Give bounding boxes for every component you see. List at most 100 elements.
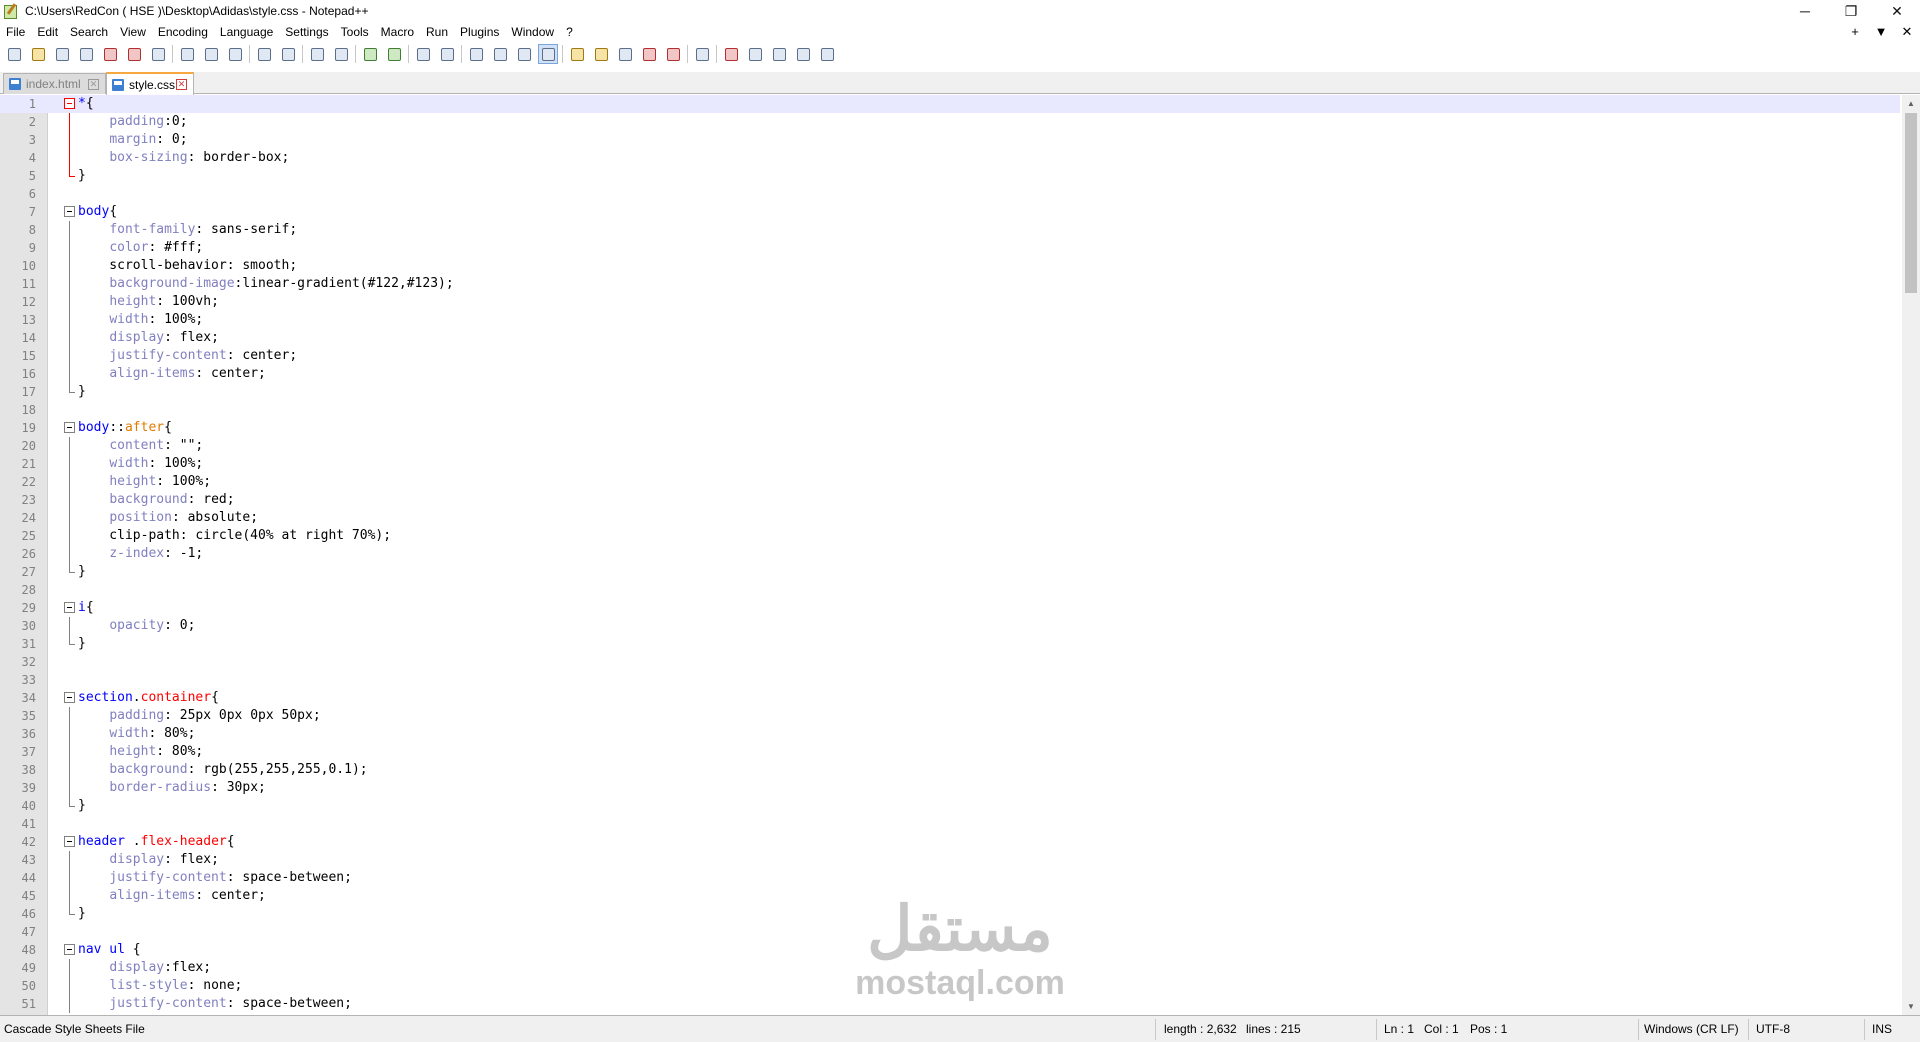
- status-col[interactable]: Col : 1: [1420, 1016, 1463, 1042]
- monitoring-eye-icon[interactable]: [692, 44, 712, 64]
- code-line[interactable]: 6: [0, 185, 1900, 203]
- status-encoding[interactable]: UTF-8: [1752, 1016, 1794, 1042]
- new-tab-plus-icon[interactable]: +: [1842, 22, 1868, 42]
- tab-style-css[interactable]: style.css ✕: [106, 72, 194, 95]
- fold-collapse-icon[interactable]: [64, 422, 75, 433]
- code-line[interactable]: 26 z-index: -1;: [0, 545, 1900, 563]
- fold-collapse-icon[interactable]: [64, 602, 75, 613]
- code-line[interactable]: 12 height: 100vh;: [0, 293, 1900, 311]
- cut-icon[interactable]: [177, 44, 197, 64]
- code-line[interactable]: 44 justify-content: space-between;: [0, 869, 1900, 887]
- code-line[interactable]: 27}: [0, 563, 1900, 581]
- code-line[interactable]: 38 background: rgb(255,255,255,0.1);: [0, 761, 1900, 779]
- status-insert-mode[interactable]: INS: [1868, 1016, 1896, 1042]
- code-line[interactable]: 28: [0, 581, 1900, 599]
- document-list-icon[interactable]: [663, 44, 683, 64]
- close-file-icon[interactable]: [100, 44, 120, 64]
- menu-macro[interactable]: Macro: [375, 22, 420, 42]
- code-line[interactable]: 17}: [0, 383, 1900, 401]
- save-macro-icon[interactable]: [817, 44, 837, 64]
- status-pos[interactable]: Pos : 1: [1466, 1016, 1511, 1042]
- copy-icon[interactable]: [201, 44, 221, 64]
- code-line[interactable]: 21 width: 100%;: [0, 455, 1900, 473]
- code-line[interactable]: 11 background-image:linear-gradient(#122…: [0, 275, 1900, 293]
- close-button[interactable]: ✕: [1874, 0, 1920, 22]
- play-macro-icon[interactable]: [769, 44, 789, 64]
- new-file-icon[interactable]: [4, 44, 24, 64]
- code-line[interactable]: 19 body::after{: [0, 419, 1900, 437]
- tab-list-down-icon[interactable]: ▼: [1868, 22, 1894, 42]
- restore-button[interactable]: ❐: [1828, 0, 1874, 22]
- menu-help[interactable]: ?: [560, 22, 579, 42]
- code-line[interactable]: 5}: [0, 167, 1900, 185]
- fold-collapse-icon[interactable]: [64, 98, 75, 109]
- paste-icon[interactable]: [225, 44, 245, 64]
- menu-run[interactable]: Run: [420, 22, 454, 42]
- redo-icon[interactable]: [278, 44, 298, 64]
- close-all-icon[interactable]: [124, 44, 144, 64]
- zoom-in-icon[interactable]: [360, 44, 380, 64]
- code-line[interactable]: 37 height: 80%;: [0, 743, 1900, 761]
- code-line[interactable]: 43 display: flex;: [0, 851, 1900, 869]
- code-line[interactable]: 13 width: 100%;: [0, 311, 1900, 329]
- code-line[interactable]: 41: [0, 815, 1900, 833]
- menu-window[interactable]: Window: [505, 22, 560, 42]
- vertical-scrollbar[interactable]: ▲ ▼: [1902, 95, 1920, 1015]
- code-line[interactable]: 20 content: "";: [0, 437, 1900, 455]
- run-macro-multiple-icon[interactable]: [793, 44, 813, 64]
- code-line[interactable]: 29 i{: [0, 599, 1900, 617]
- menu-settings[interactable]: Settings: [279, 22, 334, 42]
- code-line[interactable]: 3 margin: 0;: [0, 131, 1900, 149]
- fold-collapse-icon[interactable]: [64, 206, 75, 217]
- status-eol[interactable]: Windows (CR LF): [1640, 1016, 1743, 1042]
- save-icon[interactable]: [52, 44, 72, 64]
- undo-icon[interactable]: [254, 44, 274, 64]
- menu-encoding[interactable]: Encoding: [152, 22, 214, 42]
- minimize-button[interactable]: ─: [1782, 0, 1828, 22]
- zoom-out-icon[interactable]: [384, 44, 404, 64]
- menu-search[interactable]: Search: [64, 22, 114, 42]
- code-line[interactable]: 40}: [0, 797, 1900, 815]
- print-icon[interactable]: [148, 44, 168, 64]
- replace-icon[interactable]: [331, 44, 351, 64]
- menu-language[interactable]: Language: [214, 22, 279, 42]
- code-line[interactable]: 36 width: 80%;: [0, 725, 1900, 743]
- code-line[interactable]: 30 opacity: 0;: [0, 617, 1900, 635]
- code-line[interactable]: 7 body{: [0, 203, 1900, 221]
- show-all-characters-icon[interactable]: [490, 44, 510, 64]
- function-list-icon[interactable]: [615, 44, 635, 64]
- code-line[interactable]: 18: [0, 401, 1900, 419]
- fold-collapse-icon[interactable]: [64, 836, 75, 847]
- code-line[interactable]: 9 color: #fff;: [0, 239, 1900, 257]
- code-line[interactable]: 22 height: 100%;: [0, 473, 1900, 491]
- code-line[interactable]: 31}: [0, 635, 1900, 653]
- code-line[interactable]: 25 clip-path: circle(40% at right 70%);: [0, 527, 1900, 545]
- sync-vertical-icon[interactable]: [413, 44, 433, 64]
- code-line[interactable]: 32: [0, 653, 1900, 671]
- code-line[interactable]: 10 scroll-behavior: smooth;: [0, 257, 1900, 275]
- stop-recording-icon[interactable]: [745, 44, 765, 64]
- code-line[interactable]: 35 padding: 25px 0px 0px 50px;: [0, 707, 1900, 725]
- sync-horizontal-icon[interactable]: [437, 44, 457, 64]
- menu-view[interactable]: View: [114, 22, 152, 42]
- save-all-icon[interactable]: [76, 44, 96, 64]
- menu-tools[interactable]: Tools: [335, 22, 375, 42]
- scroll-up-icon[interactable]: ▲: [1902, 95, 1920, 112]
- word-wrap-icon[interactable]: [466, 44, 486, 64]
- menu-file[interactable]: File: [0, 22, 31, 42]
- code-line[interactable]: 24 position: absolute;: [0, 509, 1900, 527]
- code-editor[interactable]: 1 *{2 padding:0; 3 margin: 0; 4 box-sizing:…: [0, 95, 1920, 1015]
- scroll-down-icon[interactable]: ▼: [1902, 998, 1920, 1015]
- tab-index-html[interactable]: index.html ✕: [3, 73, 106, 94]
- find-icon[interactable]: [307, 44, 327, 64]
- code-line[interactable]: 16 align-items: center;: [0, 365, 1900, 383]
- code-line[interactable]: 14 display: flex;: [0, 329, 1900, 347]
- close-doc-icon[interactable]: ✕: [1894, 22, 1920, 42]
- code-line[interactable]: 15 justify-content: center;: [0, 347, 1900, 365]
- code-line[interactable]: 23 background: red;: [0, 491, 1900, 509]
- notepadpp-app-icon[interactable]: [3, 3, 19, 19]
- status-ln[interactable]: Ln : 1: [1380, 1016, 1418, 1042]
- code-line[interactable]: 2 padding:0;: [0, 113, 1900, 131]
- code-line[interactable]: 4 box-sizing: border-box;: [0, 149, 1900, 167]
- code-line[interactable]: 1 *{: [0, 95, 1900, 113]
